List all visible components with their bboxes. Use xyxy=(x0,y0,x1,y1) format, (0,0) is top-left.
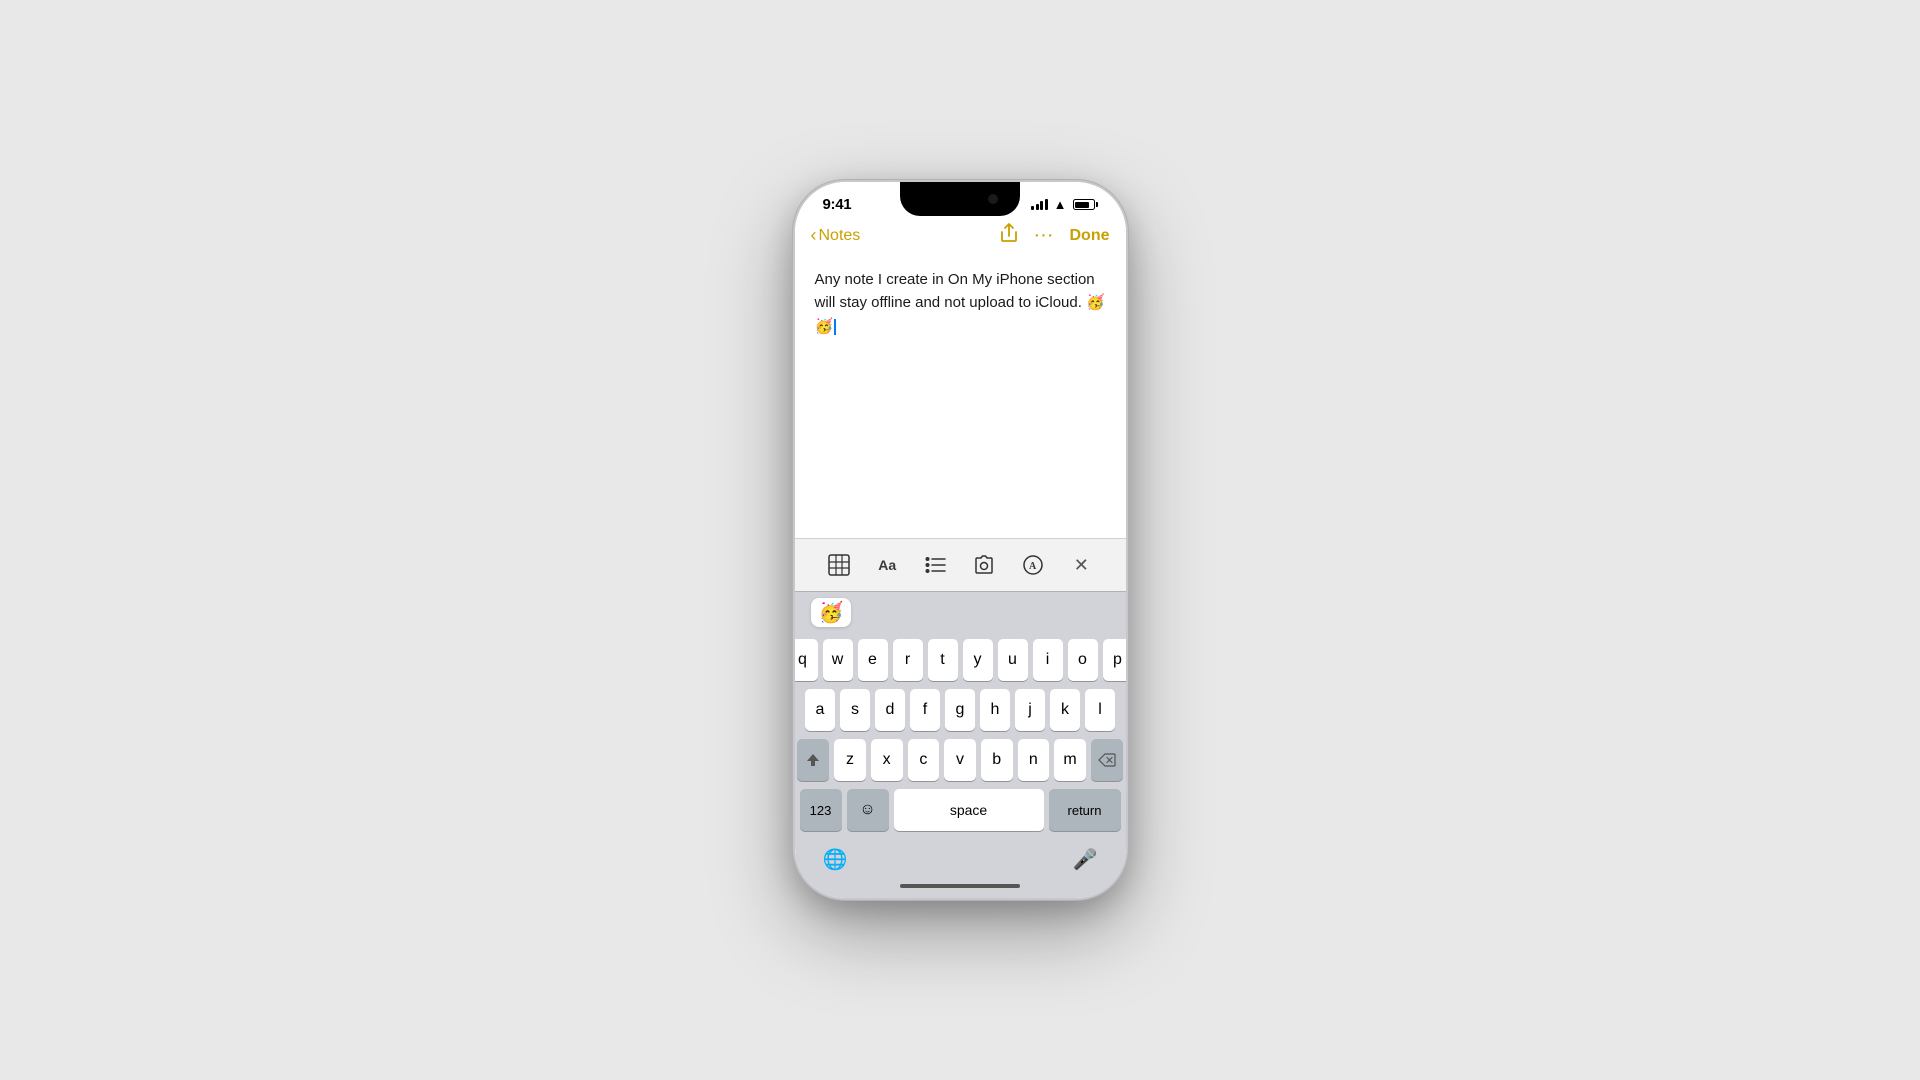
note-text: Any note I create in On My iPhone sectio… xyxy=(815,271,1105,335)
key-n[interactable]: n xyxy=(1018,739,1050,781)
signal-bars-icon xyxy=(1031,199,1048,210)
notch-camera xyxy=(988,194,998,204)
key-o[interactable]: o xyxy=(1068,639,1098,681)
notch xyxy=(900,182,1020,216)
key-v[interactable]: v xyxy=(944,739,976,781)
list-button[interactable] xyxy=(918,547,954,583)
key-u[interactable]: u xyxy=(998,639,1028,681)
key-z[interactable]: z xyxy=(834,739,866,781)
key-a[interactable]: a xyxy=(805,689,835,731)
table-button[interactable] xyxy=(821,547,857,583)
share-icon[interactable] xyxy=(1000,223,1018,248)
signal-bar-2 xyxy=(1036,204,1039,210)
key-m[interactable]: m xyxy=(1054,739,1086,781)
key-i[interactable]: i xyxy=(1033,639,1063,681)
note-content-area[interactable]: Any note I create in On My iPhone sectio… xyxy=(795,256,1126,538)
home-bar xyxy=(900,884,1020,888)
signal-bar-3 xyxy=(1040,201,1043,210)
status-time: 9:41 xyxy=(823,196,852,213)
emoji-key[interactable]: ☺ xyxy=(847,789,889,831)
screen: 9:41 ▲ xyxy=(795,182,1126,898)
find-button[interactable]: A xyxy=(1015,547,1051,583)
keyboard: q w e r t y u i o p a s d f g xyxy=(795,633,1126,843)
keyboard-row-1: q w e r t y u i o p xyxy=(798,639,1123,681)
back-chevron-icon: ‹ xyxy=(811,226,817,244)
home-indicator-area xyxy=(795,878,1126,898)
key-j[interactable]: j xyxy=(1015,689,1045,731)
key-t[interactable]: t xyxy=(928,639,958,681)
format-toolbar: Aa xyxy=(795,538,1126,591)
emoji-suggestion-item[interactable]: 🥳 xyxy=(811,598,852,627)
key-b[interactable]: b xyxy=(981,739,1013,781)
key-e[interactable]: e xyxy=(858,639,888,681)
wifi-icon: ▲ xyxy=(1054,197,1067,212)
back-button[interactable]: ‹ Notes xyxy=(811,227,861,245)
key-l[interactable]: l xyxy=(1085,689,1115,731)
numbers-key[interactable]: 123 xyxy=(800,789,842,831)
microphone-icon[interactable]: 🎤 xyxy=(1073,847,1098,872)
nav-actions: ··· Done xyxy=(1000,223,1110,248)
space-key[interactable]: space xyxy=(894,789,1044,831)
battery-tip xyxy=(1096,202,1098,207)
shift-key[interactable] xyxy=(797,739,829,781)
keyboard-row-4: 123 ☺ space return xyxy=(798,789,1123,831)
key-x[interactable]: x xyxy=(871,739,903,781)
key-q[interactable]: q xyxy=(795,639,818,681)
key-k[interactable]: k xyxy=(1050,689,1080,731)
key-y[interactable]: y xyxy=(963,639,993,681)
key-r[interactable]: r xyxy=(893,639,923,681)
key-s[interactable]: s xyxy=(840,689,870,731)
key-g[interactable]: g xyxy=(945,689,975,731)
phone-body: 9:41 ▲ xyxy=(793,180,1128,900)
key-d[interactable]: d xyxy=(875,689,905,731)
back-label: Notes xyxy=(819,227,861,245)
key-c[interactable]: c xyxy=(908,739,940,781)
key-w[interactable]: w xyxy=(823,639,853,681)
key-p[interactable]: p xyxy=(1103,639,1126,681)
close-toolbar-button[interactable]: ✕ xyxy=(1063,547,1099,583)
done-button[interactable]: Done xyxy=(1070,227,1110,245)
battery-fill xyxy=(1075,202,1089,208)
delete-key[interactable] xyxy=(1091,739,1123,781)
text-format-button[interactable]: Aa xyxy=(869,547,905,583)
return-key[interactable]: return xyxy=(1049,789,1121,831)
signal-bar-1 xyxy=(1031,206,1034,210)
svg-text:A: A xyxy=(1029,561,1037,572)
text-cursor xyxy=(834,319,836,335)
camera-button[interactable] xyxy=(966,547,1002,583)
battery-body xyxy=(1073,199,1095,210)
keyboard-row-2: a s d f g h j k l xyxy=(798,689,1123,731)
bottom-bar: 🌐 🎤 xyxy=(795,843,1126,878)
key-f[interactable]: f xyxy=(910,689,940,731)
keyboard-row-3: z x c v b n m xyxy=(798,739,1123,781)
phone-frame: 9:41 ▲ xyxy=(793,180,1128,900)
more-icon[interactable]: ··· xyxy=(1034,224,1054,247)
status-icons: ▲ xyxy=(1031,197,1097,212)
battery-icon xyxy=(1073,199,1098,210)
key-h[interactable]: h xyxy=(980,689,1010,731)
nav-bar: ‹ Notes ··· Done xyxy=(795,219,1126,256)
signal-bar-4 xyxy=(1045,199,1048,210)
globe-icon[interactable]: 🌐 xyxy=(823,847,848,872)
emoji-suggestion-bar: 🥳 xyxy=(795,591,1126,633)
